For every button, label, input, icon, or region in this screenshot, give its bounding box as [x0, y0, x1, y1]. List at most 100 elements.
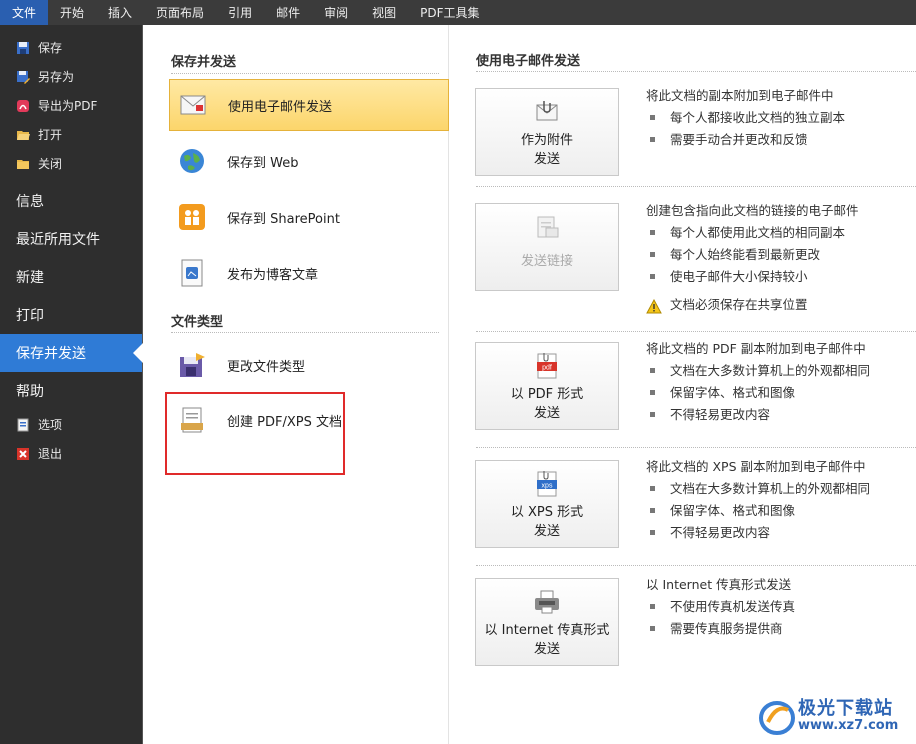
- section-divider: [476, 186, 916, 187]
- button-label: 发送: [533, 524, 560, 539]
- close-folder-icon: [16, 157, 30, 171]
- tab-review[interactable]: 审阅: [312, 0, 360, 25]
- option-publish-blog[interactable]: 发布为博客文章: [169, 247, 449, 299]
- xps-description: 将此文档的 XPS 副本附加到电子邮件中 文档在大多数计算机上的外观都相同 保留…: [646, 456, 916, 544]
- description-bullet: 不得轻易更改内容: [646, 522, 916, 544]
- description-heading: 将此文档的副本附加到电子邮件中: [646, 88, 834, 103]
- section-divider: [476, 447, 916, 448]
- panel-title: 使用电子邮件发送: [476, 54, 581, 69]
- button-label: 发送链接: [520, 254, 573, 269]
- button-label: 作为附件: [520, 133, 573, 148]
- description-heading: 将此文档的 XPS 副本附加到电子邮件中: [646, 459, 866, 474]
- send-as-attachment-button[interactable]: 作为附件 发送: [475, 88, 619, 176]
- save-send-options-panel: 保存并发送 使用电子邮件发送 保存到 Web 保存到 SharePoint 发布…: [143, 25, 449, 744]
- description-bullet: 保留字体、格式和图像: [646, 500, 916, 522]
- sidebar-item-print[interactable]: 打印: [0, 296, 142, 334]
- button-label: 发送: [533, 642, 560, 657]
- tab-mailings[interactable]: 邮件: [264, 0, 312, 25]
- sidebar-item-recent[interactable]: 最近所用文件: [0, 220, 142, 258]
- option-save-to-web[interactable]: 保存到 Web: [169, 135, 449, 187]
- sidebar-item-label: 退出: [38, 447, 63, 461]
- sidebar-item-close[interactable]: 关闭: [0, 149, 142, 178]
- description-bullet: 文档在大多数计算机上的外观都相同: [646, 360, 916, 382]
- xps-icon: xps: [532, 469, 562, 499]
- sidebar-item-label: 导出为PDF: [38, 99, 98, 113]
- send-email-panel: 使用电子邮件发送 作为附件 发送 将此文档的副本附加到电子邮件中 每个人都接收此…: [450, 25, 916, 744]
- sidebar-item-exit[interactable]: 退出: [0, 439, 142, 468]
- option-change-file-type[interactable]: 更改文件类型: [169, 339, 449, 391]
- button-label: 以 XPS 形式: [510, 505, 584, 520]
- description-bullet: 每个人都接收此文档的独立副本: [646, 107, 916, 129]
- sidebar-item-help[interactable]: 帮助: [0, 372, 142, 410]
- send-as-xps-button[interactable]: xps 以 XPS 形式 发送: [475, 460, 619, 548]
- open-folder-icon: [16, 128, 30, 142]
- section-divider: [476, 71, 916, 72]
- description-bullet: 文档在大多数计算机上的外观都相同: [646, 478, 916, 500]
- watermark-title: 极光下载站: [798, 698, 893, 719]
- tab-view[interactable]: 视图: [360, 0, 408, 25]
- button-label: 发送: [533, 152, 560, 167]
- sidebar-item-save-as[interactable]: 另存为: [0, 62, 142, 91]
- change-filetype-icon: [177, 350, 207, 380]
- exit-icon: [16, 447, 30, 461]
- options-icon: [16, 418, 30, 432]
- description-heading: 以 Internet 传真形式发送: [646, 577, 792, 592]
- sidebar-item-save[interactable]: 保存: [0, 33, 142, 62]
- description-bullet: 不使用传真机发送传真: [646, 596, 916, 618]
- tab-file[interactable]: 文件: [0, 0, 49, 25]
- warning-text: 文档必须保存在共享位置: [670, 297, 808, 312]
- sidebar-item-label: 另存为: [38, 70, 75, 84]
- save-icon: [16, 41, 30, 55]
- tab-page-layout[interactable]: 页面布局: [144, 0, 216, 25]
- sidebar-item-label: 打开: [38, 128, 63, 142]
- sidebar-item-info[interactable]: 信息: [0, 182, 142, 220]
- description-bullet: 需要传真服务提供商: [646, 618, 916, 640]
- button-label: 发送: [533, 406, 560, 421]
- watermark: 极光下载站 www.xz7.com: [758, 692, 908, 740]
- tab-home[interactable]: 开始: [48, 0, 96, 25]
- option-label: 保存到 SharePoint: [227, 211, 340, 227]
- button-label: 以 PDF 形式: [510, 387, 584, 402]
- tab-pdf-tools[interactable]: PDF工具集: [408, 0, 491, 25]
- sidebar-item-open[interactable]: 打开: [0, 120, 142, 149]
- watermark-url: www.xz7.com: [798, 718, 899, 733]
- tab-insert[interactable]: 插入: [96, 0, 144, 25]
- description-bullet: 每个人都使用此文档的相同副本: [646, 222, 916, 244]
- warning-icon: [646, 297, 662, 323]
- svg-text:xps: xps: [542, 483, 553, 490]
- description-bullet: 保留字体、格式和图像: [646, 382, 916, 404]
- send-as-pdf-button[interactable]: pdf 以 PDF 形式 发送: [475, 342, 619, 430]
- section-title-file-types: 文件类型: [171, 315, 224, 330]
- button-label: 以 Internet 传真形式: [484, 623, 610, 638]
- section-divider: [476, 565, 916, 566]
- sidebar-item-save-and-send[interactable]: 保存并发送: [0, 334, 143, 372]
- blog-icon: [177, 258, 207, 288]
- pdf-icon: pdf: [532, 351, 562, 381]
- option-save-to-sharepoint[interactable]: 保存到 SharePoint: [169, 191, 449, 243]
- send-as-internet-fax-button[interactable]: 以 Internet 传真形式 发送: [475, 578, 619, 666]
- description-bullet: 需要手动合并更改和反馈: [646, 129, 916, 151]
- shared-location-warning: 文档必须保存在共享位置: [646, 292, 916, 318]
- attachment-description: 将此文档的副本附加到电子邮件中 每个人都接收此文档的独立副本 需要手动合并更改和…: [646, 85, 916, 151]
- section-divider: [476, 331, 916, 332]
- option-label: 使用电子邮件发送: [228, 99, 333, 115]
- email-icon: [178, 90, 208, 120]
- fax-icon: [532, 587, 562, 617]
- sidebar-item-export-pdf[interactable]: 导出为PDF: [0, 91, 142, 120]
- watermark-logo-icon: [758, 696, 796, 740]
- svg-text:pdf: pdf: [542, 365, 552, 372]
- send-link-button[interactable]: 发送链接: [475, 203, 619, 291]
- tab-references[interactable]: 引用: [216, 0, 264, 25]
- description-bullet: 使电子邮件大小保持较小: [646, 266, 916, 288]
- export-pdf-icon: [16, 99, 30, 113]
- highlight-box: [165, 392, 345, 475]
- section-divider: [171, 73, 439, 74]
- option-label: 发布为博客文章: [227, 267, 319, 283]
- sidebar-item-label: 选项: [38, 418, 63, 432]
- sidebar-item-options[interactable]: 选项: [0, 410, 142, 439]
- sharepoint-icon: [177, 202, 207, 232]
- section-title-save-send: 保存并发送: [171, 55, 237, 70]
- sidebar-item-new[interactable]: 新建: [0, 258, 142, 296]
- option-label: 保存到 Web: [227, 155, 299, 171]
- option-send-email[interactable]: 使用电子邮件发送: [169, 79, 449, 131]
